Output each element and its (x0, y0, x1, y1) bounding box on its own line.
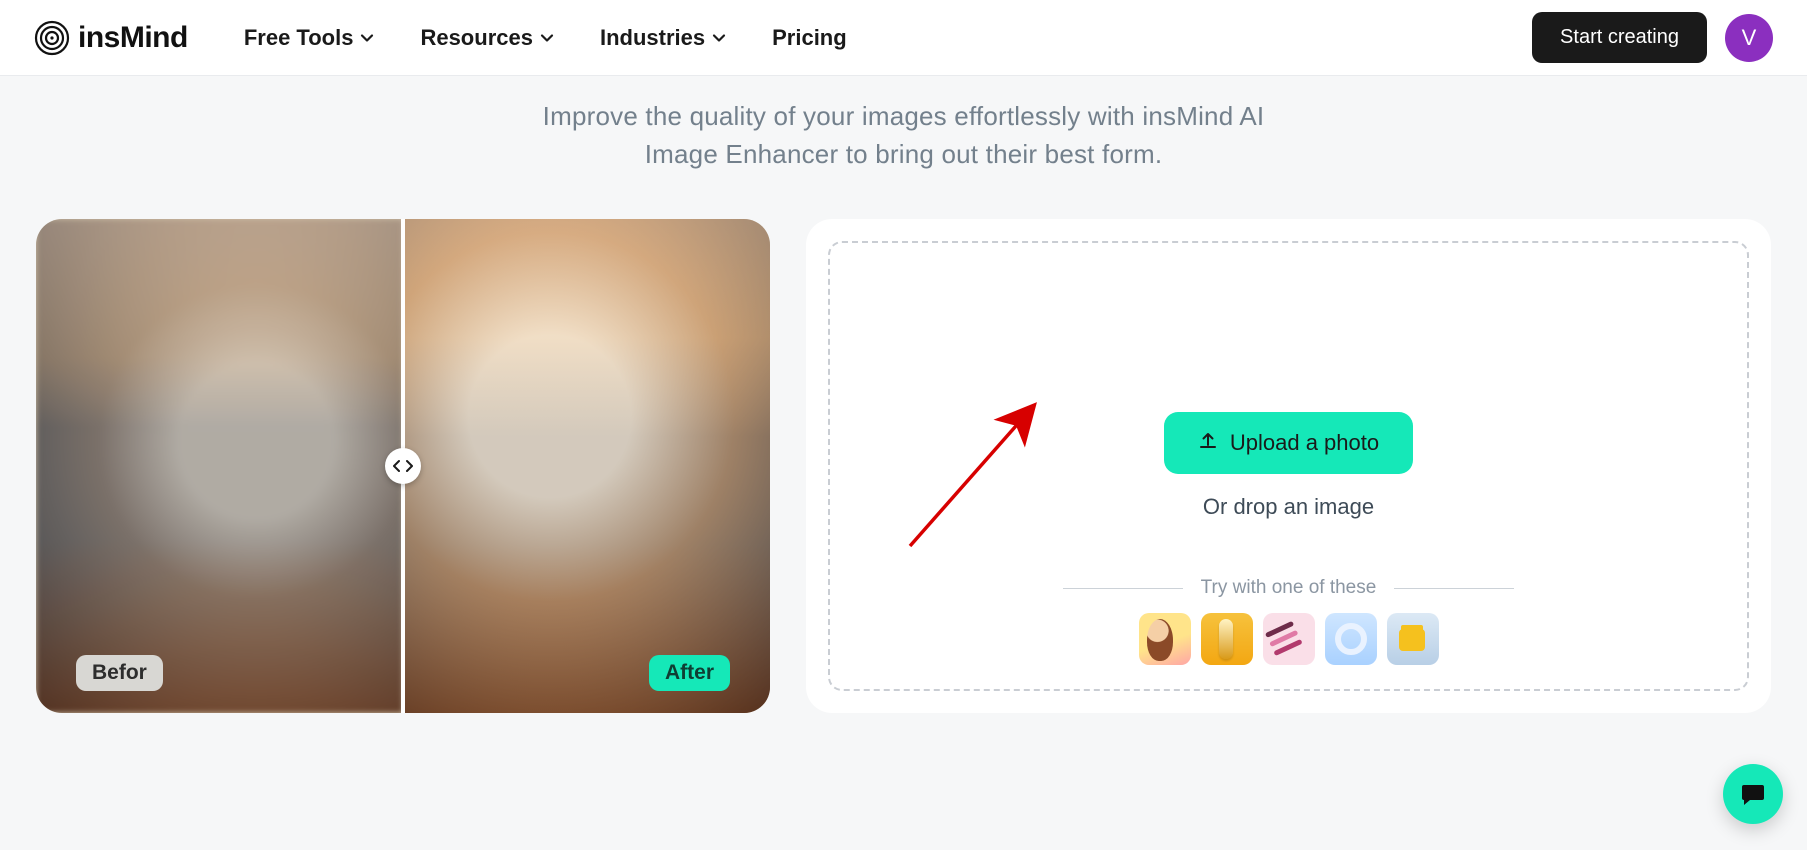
avatar-initial: V (1742, 25, 1757, 51)
header-actions: Start creating V (1532, 12, 1773, 63)
upload-photo-button[interactable]: Upload a photo (1164, 412, 1413, 474)
compare-before-image (36, 219, 403, 713)
after-badge: After (649, 655, 730, 691)
chat-icon (1739, 780, 1767, 808)
sample-serum-thumbnail[interactable] (1201, 613, 1253, 665)
drag-horizontal-icon (393, 459, 413, 473)
drop-hint: Or drop an image (1203, 494, 1374, 520)
chevron-down-icon (360, 31, 374, 45)
chevron-down-icon (712, 31, 726, 45)
sample-thumbnails (1139, 613, 1439, 665)
sample-person-thumbnail[interactable] (1139, 613, 1191, 665)
start-creating-button[interactable]: Start creating (1532, 12, 1707, 63)
tagline-line-1: Improve the quality of your images effor… (0, 98, 1807, 136)
samples-title: Try with one of these (1201, 577, 1377, 599)
before-after-compare[interactable]: Befor After (36, 219, 770, 713)
upload-button-label: Upload a photo (1230, 430, 1379, 456)
sample-images-section: Try with one of these (830, 577, 1747, 665)
sample-handbag-thumbnail[interactable] (1387, 613, 1439, 665)
sample-brushes-thumbnail[interactable] (1263, 613, 1315, 665)
nav-resources[interactable]: Resources (420, 25, 554, 51)
chevron-down-icon (540, 31, 554, 45)
nav-pricing[interactable]: Pricing (772, 25, 847, 51)
main-content: Befor After Upload a photo Or drop an im… (0, 173, 1807, 713)
nav-item-label: Industries (600, 25, 705, 51)
before-badge: Befor (76, 655, 163, 691)
nav-item-label: Resources (420, 25, 533, 51)
compare-drag-handle[interactable] (385, 448, 421, 484)
primary-nav: Free Tools Resources Industries Pricing (244, 25, 847, 51)
nav-free-tools[interactable]: Free Tools (244, 25, 375, 51)
top-nav: insMind Free Tools Resources Industries … (0, 0, 1807, 76)
brand-mark-icon (34, 20, 70, 56)
chat-widget-button[interactable] (1723, 764, 1783, 824)
divider-line (1394, 588, 1514, 589)
brand-name: insMind (78, 21, 188, 55)
samples-title-row: Try with one of these (1063, 577, 1515, 599)
upload-dropzone[interactable]: Upload a photo Or drop an image Try with… (828, 241, 1749, 691)
nav-item-label: Free Tools (244, 25, 354, 51)
nav-industries[interactable]: Industries (600, 25, 726, 51)
upload-icon (1198, 430, 1218, 456)
tagline-line-2: Image Enhancer to bring out their best f… (0, 136, 1807, 174)
upload-card: Upload a photo Or drop an image Try with… (806, 219, 1771, 713)
divider-line (1063, 588, 1183, 589)
user-avatar[interactable]: V (1725, 14, 1773, 62)
sample-headphones-thumbnail[interactable] (1325, 613, 1377, 665)
compare-after-image (403, 219, 770, 713)
hero-tagline: Improve the quality of your images effor… (0, 76, 1807, 173)
nav-item-label: Pricing (772, 25, 847, 51)
brand-logo[interactable]: insMind (34, 20, 188, 56)
